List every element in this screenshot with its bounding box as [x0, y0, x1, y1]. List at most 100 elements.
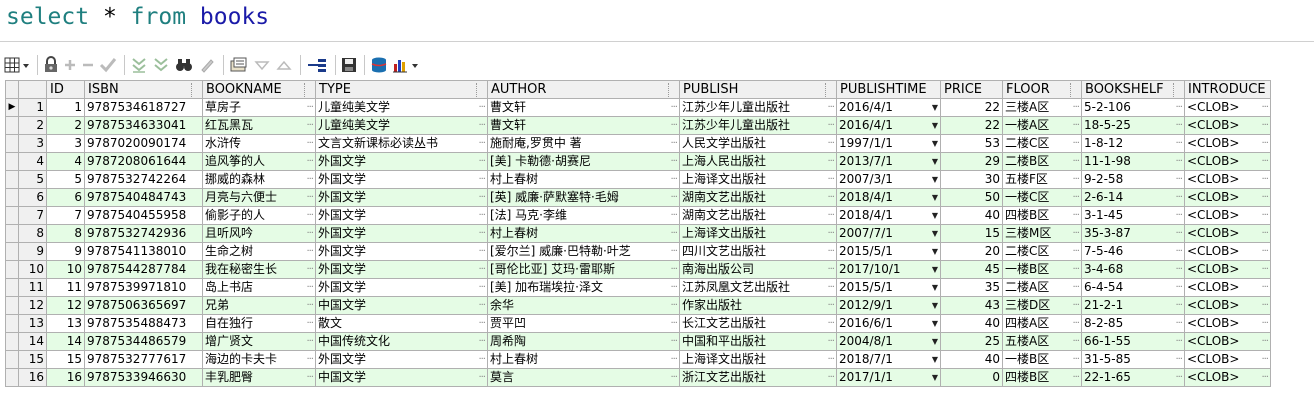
col-header-floor[interactable]: FLOOR: [1002, 80, 1082, 99]
ellipsis-button[interactable]: ···: [1175, 136, 1182, 152]
ellipsis-button[interactable]: ···: [1175, 316, 1182, 332]
ellipsis-button[interactable]: ···: [670, 118, 677, 134]
cell-id[interactable]: 14: [46, 332, 85, 351]
cell-id[interactable]: 1: [46, 98, 85, 117]
ellipsis-button[interactable]: ···: [306, 172, 313, 188]
dropdown-arrow-icon[interactable]: ▼: [932, 118, 938, 134]
cell-id[interactable]: 7: [46, 206, 85, 225]
dropdown-arrow-icon[interactable]: ▼: [932, 190, 938, 206]
ellipsis-button[interactable]: ···: [478, 226, 485, 242]
ellipsis-button[interactable]: ···: [478, 172, 485, 188]
dropdown-arrow-icon[interactable]: ▼: [932, 172, 938, 188]
dropdown-arrow-icon[interactable]: ▼: [932, 100, 938, 116]
cell-floor[interactable]: ··· 三楼D区: [1002, 296, 1082, 315]
cell-introduce[interactable]: ··· <CLOB>: [1184, 332, 1271, 351]
ellipsis-button[interactable]: ···: [1072, 154, 1079, 170]
cell-author[interactable]: ··· [美] 加布瑞埃拉·泽文: [487, 278, 680, 297]
ellipsis-button[interactable]: ···: [827, 208, 834, 224]
ellipsis-button[interactable]: ···: [670, 280, 677, 296]
ellipsis-button[interactable]: ···: [306, 226, 313, 242]
cell-introduce[interactable]: ··· <CLOB>: [1184, 350, 1271, 369]
ellipsis-button[interactable]: ···: [827, 334, 834, 350]
ellipsis-button[interactable]: ···: [306, 280, 313, 296]
ellipsis-button[interactable]: ···: [1261, 334, 1268, 350]
ellipsis-button[interactable]: ···: [670, 352, 677, 368]
cell-price[interactable]: 43: [940, 296, 1003, 315]
cell-introduce[interactable]: ··· <CLOB>: [1184, 242, 1271, 261]
cell-id[interactable]: 13: [46, 314, 85, 333]
cell-bookshelf[interactable]: ··· 21-2-1: [1081, 296, 1185, 315]
cell-publishtime[interactable]: ▼ 2016/4/1: [836, 98, 941, 117]
ellipsis-button[interactable]: ···: [827, 298, 834, 314]
cell-isbn[interactable]: 9787540484743: [84, 188, 203, 207]
cell-id[interactable]: 9: [46, 242, 85, 261]
ellipsis-button[interactable]: ···: [306, 298, 313, 314]
cell-publishtime[interactable]: ▼ 2016/6/1: [836, 314, 941, 333]
cell-bookname[interactable]: ··· 水浒传: [202, 134, 316, 153]
dropdown-arrow-icon[interactable]: ▼: [932, 280, 938, 296]
ellipsis-button[interactable]: ···: [1261, 226, 1268, 242]
ellipsis-button[interactable]: ···: [1261, 262, 1268, 278]
cell-type[interactable]: ··· 儿童纯美文学: [315, 98, 488, 117]
cell-floor[interactable]: ··· 三楼M区: [1002, 224, 1082, 243]
cell-publishtime[interactable]: ▼ 2012/9/1: [836, 296, 941, 315]
sql-editor[interactable]: select * from books: [6, 1, 1306, 35]
ellipsis-button[interactable]: ···: [478, 154, 485, 170]
cell-publish[interactable]: ··· 人民文学出版社: [679, 134, 837, 153]
column-button[interactable]: [191, 83, 200, 97]
ellipsis-button[interactable]: ···: [670, 316, 677, 332]
row-number-cell[interactable]: 3: [18, 134, 47, 153]
table-row[interactable]: ▶ 1 1 9787534618727 ··· 草房子 ··· 儿童纯美文学 ··· 曹文轩 ···…: [5, 98, 1271, 117]
ellipsis-button[interactable]: ···: [1072, 244, 1079, 260]
cell-floor[interactable]: ··· 五楼F区: [1002, 170, 1082, 189]
cell-isbn[interactable]: 9787544287784: [84, 260, 203, 279]
cell-publish[interactable]: ··· 上海译文出版社: [679, 170, 837, 189]
cell-publish[interactable]: ··· 四川文艺出版社: [679, 242, 837, 261]
cell-floor[interactable]: ··· 二楼C区: [1002, 242, 1082, 261]
cell-id[interactable]: 8: [46, 224, 85, 243]
ellipsis-button[interactable]: ···: [306, 316, 313, 332]
ellipsis-button[interactable]: ···: [1175, 208, 1182, 224]
column-button[interactable]: [476, 83, 485, 97]
cell-price[interactable]: 50: [940, 188, 1003, 207]
dropdown-arrow-icon[interactable]: ▼: [932, 136, 938, 152]
ellipsis-button[interactable]: ···: [1072, 352, 1079, 368]
export-icon[interactable]: [306, 54, 328, 76]
cell-publishtime[interactable]: ▼ 2017/1/1: [836, 368, 941, 387]
cell-price[interactable]: 40: [940, 206, 1003, 225]
cell-type[interactable]: ··· 文言文新课标必读丛书: [315, 134, 488, 153]
column-button[interactable]: [1070, 83, 1079, 97]
ellipsis-button[interactable]: ···: [1072, 136, 1079, 152]
dropdown-arrow-icon[interactable]: ▼: [932, 154, 938, 170]
cell-isbn[interactable]: 9787020090174: [84, 134, 203, 153]
cell-type[interactable]: ··· 外国文学: [315, 170, 488, 189]
ellipsis-button[interactable]: ···: [1261, 352, 1268, 368]
ellipsis-button[interactable]: ···: [1072, 262, 1079, 278]
ellipsis-button[interactable]: ···: [1261, 136, 1268, 152]
ellipsis-button[interactable]: ···: [478, 262, 485, 278]
ellipsis-button[interactable]: ···: [670, 226, 677, 242]
ellipsis-button[interactable]: ···: [827, 118, 834, 134]
cell-bookshelf[interactable]: ··· 2-6-14: [1081, 188, 1185, 207]
ellipsis-button[interactable]: ···: [478, 190, 485, 206]
database-icon[interactable]: [370, 54, 388, 76]
cell-introduce[interactable]: ··· <CLOB>: [1184, 224, 1271, 243]
ellipsis-button[interactable]: ···: [670, 172, 677, 188]
cell-floor[interactable]: ··· 四楼B区: [1002, 206, 1082, 225]
cell-floor[interactable]: ··· 一楼C区: [1002, 188, 1082, 207]
cell-introduce[interactable]: ··· <CLOB>: [1184, 188, 1271, 207]
cell-introduce[interactable]: ··· <CLOB>: [1184, 260, 1271, 279]
save-icon[interactable]: [341, 54, 357, 76]
cell-author[interactable]: ··· [爱尔兰] 威廉·巴特勒·叶芝: [487, 242, 680, 261]
col-header-isbn[interactable]: ISBN: [84, 80, 203, 99]
cell-price[interactable]: 53: [940, 134, 1003, 153]
ellipsis-button[interactable]: ···: [1261, 154, 1268, 170]
table-row[interactable]: 3 3 9787020090174 ··· 水浒传 ··· 文言文新课标必读丛书 ··· 施耐庵…: [5, 134, 1271, 153]
ellipsis-button[interactable]: ···: [1072, 280, 1079, 296]
ellipsis-button[interactable]: ···: [306, 352, 313, 368]
ellipsis-button[interactable]: ···: [827, 262, 834, 278]
cell-price[interactable]: 30: [940, 170, 1003, 189]
cell-bookshelf[interactable]: ··· 18-5-25: [1081, 116, 1185, 135]
cell-author[interactable]: ··· 余华: [487, 296, 680, 315]
cell-floor[interactable]: ··· 三楼A区: [1002, 98, 1082, 117]
